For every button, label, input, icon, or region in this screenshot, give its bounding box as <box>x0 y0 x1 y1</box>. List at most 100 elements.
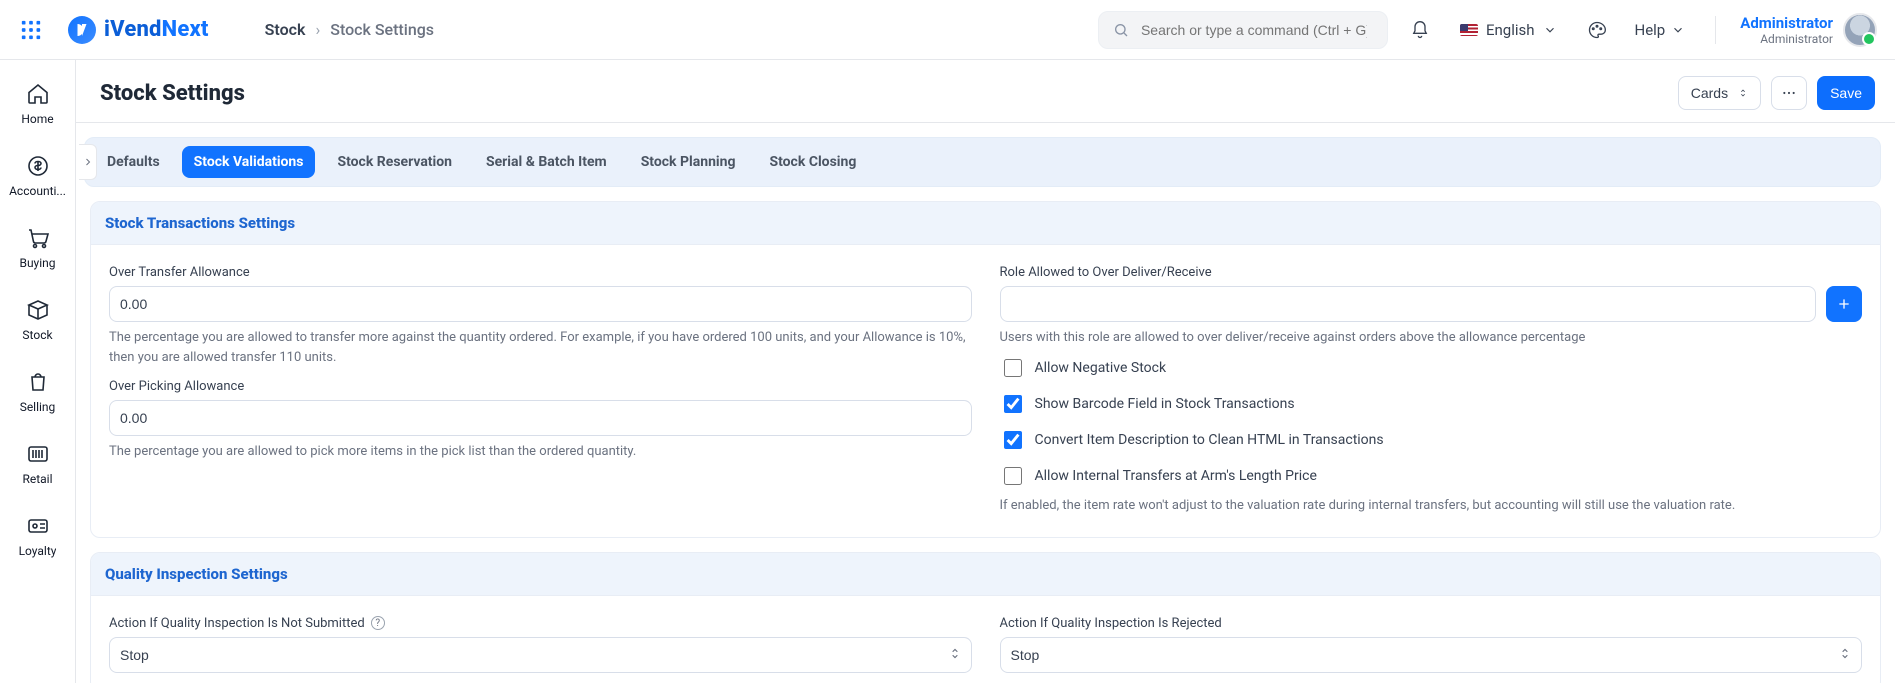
tabs-collapse-toggle[interactable] <box>79 144 97 180</box>
palette-icon <box>1587 20 1607 40</box>
label-qi-rejected: Action If Quality Inspection Is Rejected <box>1000 616 1863 631</box>
check-label: Convert Item Description to Clean HTML i… <box>1035 432 1384 448</box>
checkbox-arms-length[interactable] <box>1004 467 1022 485</box>
notifications-button[interactable] <box>1402 12 1438 48</box>
page-title: Stock Settings <box>100 81 245 106</box>
chevron-right-icon: › <box>315 20 320 39</box>
section-title: Quality Inspection Settings <box>91 553 1880 596</box>
sidebar-item-retail[interactable]: Retail <box>6 432 70 496</box>
user-name: Administrator <box>1740 14 1833 32</box>
tabs: Defaults Stock Validations Stock Reserva… <box>84 137 1881 187</box>
label-role: Role Allowed to Over Deliver/Receive <box>1000 265 1863 280</box>
more-button[interactable] <box>1771 76 1807 110</box>
label-qi-not-submitted: Action If Quality Inspection Is Not Subm… <box>109 616 972 631</box>
chevron-down-icon <box>1543 23 1557 37</box>
tab-serial-batch-item[interactable]: Serial & Batch Item <box>474 146 619 178</box>
check-show-barcode[interactable]: Show Barcode Field in Stock Transactions <box>1000 392 1863 416</box>
sidebar-item-label: Selling <box>20 400 56 414</box>
dollar-coin-icon <box>26 154 50 178</box>
sidebar: Home Accounti... Buying Stock Selling Re… <box>0 60 76 683</box>
col-left: Over Transfer Allowance The percentage y… <box>109 257 972 519</box>
flag-us-icon <box>1460 24 1478 36</box>
help-icon[interactable]: ? <box>371 616 385 630</box>
help-menu[interactable]: Help <box>1629 21 1692 39</box>
sidebar-item-label: Accounti... <box>9 184 66 198</box>
sidebar-item-label: Retail <box>22 472 52 486</box>
select-qi-not-submitted[interactable] <box>109 637 972 673</box>
label-over-picking: Over Picking Allowance <box>109 379 972 394</box>
tab-stock-planning[interactable]: Stock Planning <box>629 146 748 178</box>
page-header: Stock Settings Cards Save <box>76 60 1895 123</box>
section-title: Stock Transactions Settings <box>91 202 1880 245</box>
sidebar-item-loyalty[interactable]: Loyalty <box>6 504 70 568</box>
breadcrumb-current: Stock Settings <box>330 20 434 39</box>
cards-label: Cards <box>1691 85 1728 101</box>
col-right: Role Allowed to Over Deliver/Receive Use… <box>1000 257 1863 519</box>
check-clean-html[interactable]: Convert Item Description to Clean HTML i… <box>1000 428 1863 452</box>
cart-icon <box>26 226 50 250</box>
help-label: Help <box>1635 21 1666 39</box>
desc-over-picking: The percentage you are allowed to pick m… <box>109 442 972 462</box>
desc-over-transfer: The percentage you are allowed to transf… <box>109 328 972 367</box>
search-icon <box>1113 22 1129 38</box>
label-over-transfer: Over Transfer Allowance <box>109 265 972 280</box>
barcode-icon <box>26 442 50 466</box>
view-switcher-cards[interactable]: Cards <box>1678 76 1761 110</box>
checkbox-clean-html[interactable] <box>1004 431 1022 449</box>
check-label: Allow Negative Stock <box>1035 360 1167 376</box>
caret-sort-icon <box>1738 88 1748 98</box>
section-quality-inspection: Quality Inspection Settings Action If Qu… <box>90 552 1881 683</box>
input-role[interactable] <box>1000 286 1817 322</box>
tab-stock-validations[interactable]: Stock Validations <box>182 146 316 178</box>
breadcrumb-root[interactable]: Stock <box>265 20 306 39</box>
user-menu[interactable]: Administrator Administrator <box>1740 13 1877 47</box>
check-allow-negative[interactable]: Allow Negative Stock <box>1000 356 1863 380</box>
home-icon <box>26 82 50 106</box>
tab-stock-reservation[interactable]: Stock Reservation <box>325 146 464 178</box>
col-left: Action If Quality Inspection Is Not Subm… <box>109 608 972 673</box>
check-label: Allow Internal Transfers at Arm's Length… <box>1035 468 1317 484</box>
tab-stock-closing[interactable]: Stock Closing <box>757 146 868 178</box>
content: Stock Settings Cards Save Defa <box>76 60 1895 683</box>
checkbox-show-barcode[interactable] <box>1004 395 1022 413</box>
chevron-down-icon <box>1671 23 1685 37</box>
topbar: iVendNext Stock › Stock Settings English… <box>0 0 1895 60</box>
avatar <box>1843 13 1877 47</box>
section-stock-transactions: Stock Transactions Settings Over Transfe… <box>90 201 1881 538</box>
sidebar-item-selling[interactable]: Selling <box>6 360 70 424</box>
search-input[interactable] <box>1139 21 1369 39</box>
check-arms-length[interactable]: Allow Internal Transfers at Arm's Length… <box>1000 464 1863 488</box>
sidebar-item-label: Loyalty <box>19 544 57 558</box>
select-qi-rejected[interactable] <box>1000 637 1863 673</box>
bag-icon <box>26 370 50 394</box>
tab-defaults[interactable]: Defaults <box>95 146 172 178</box>
sidebar-item-label: Buying <box>19 256 55 270</box>
apps-grid-icon <box>20 19 42 41</box>
sidebar-item-home[interactable]: Home <box>6 72 70 136</box>
desc-arms-length: If enabled, the item rate won't adjust t… <box>1000 498 1863 513</box>
checkbox-allow-negative[interactable] <box>1004 359 1022 377</box>
theme-button[interactable] <box>1579 12 1615 48</box>
col-right: Action If Quality Inspection Is Rejected <box>1000 608 1863 673</box>
user-role: Administrator <box>1760 32 1833 46</box>
input-over-transfer[interactable] <box>109 286 972 322</box>
language-label: English <box>1486 21 1535 39</box>
brand[interactable]: iVendNext <box>68 16 209 44</box>
brand-logo-icon <box>68 16 96 44</box>
sidebar-item-accounting[interactable]: Accounti... <box>6 144 70 208</box>
global-search[interactable] <box>1098 11 1388 49</box>
id-card-icon <box>26 514 50 538</box>
save-button[interactable]: Save <box>1817 76 1875 110</box>
sidebar-item-stock[interactable]: Stock <box>6 288 70 352</box>
breadcrumb: Stock › Stock Settings <box>265 20 434 39</box>
input-over-picking[interactable] <box>109 400 972 436</box>
ellipsis-icon <box>1781 85 1797 101</box>
language-picker[interactable]: English <box>1452 21 1565 39</box>
save-label: Save <box>1830 85 1862 101</box>
add-role-button[interactable] <box>1826 286 1862 322</box>
apps-button[interactable] <box>14 13 48 47</box>
desc-role: Users with this role are allowed to over… <box>1000 328 1863 348</box>
sidebar-item-buying[interactable]: Buying <box>6 216 70 280</box>
sidebar-item-label: Home <box>21 112 53 126</box>
bell-icon <box>1410 20 1430 40</box>
